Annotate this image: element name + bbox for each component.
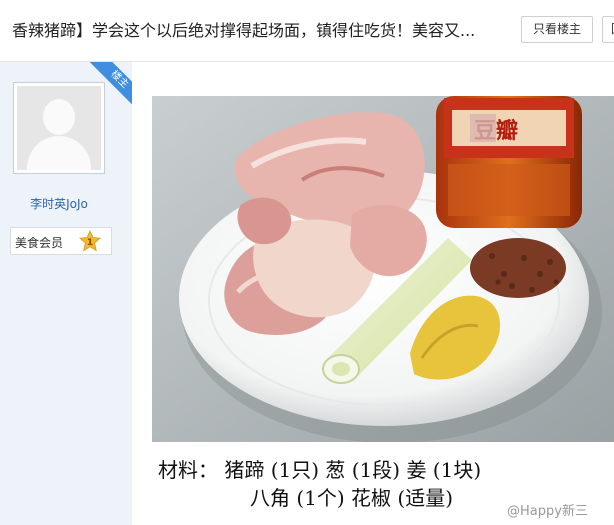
op-badge-label: 楼主	[88, 62, 132, 108]
star-icon: 1	[79, 230, 101, 252]
post-image: 豆瓣	[152, 96, 614, 442]
ingredients-line-2: 八角 (1个) 花椒 (适量)	[250, 486, 454, 510]
member-level: 美食会员 1	[10, 227, 112, 255]
member-level-number: 1	[87, 238, 93, 248]
op-badge: 楼主	[86, 62, 132, 108]
dish-photo: 豆瓣	[152, 96, 614, 442]
member-label: 美食会员	[15, 236, 64, 250]
reply-button[interactable]: 回	[602, 16, 614, 43]
only-op-button[interactable]: 只看楼主	[521, 16, 593, 43]
author-sidebar: 楼主 李时英JoJo 美食会员 1	[0, 62, 132, 525]
ingredients-line-1: 材料： 猪蹄 (1只) 葱 (1段) 姜 (1块)	[158, 458, 482, 482]
thread-header: 香辣猪蹄】学会这个以后绝对撑得起场面，镇得住吃货！美容又... 只看楼主 回	[0, 0, 614, 62]
image-watermark: @Happy新三	[507, 504, 588, 519]
author-name[interactable]: 李时英JoJo	[0, 195, 118, 212]
thread-title: 香辣猪蹄】学会这个以后绝对撑得起场面，镇得住吃货！美容又...	[12, 21, 476, 40]
post-caption: 材料： 猪蹄 (1只) 葱 (1段) 姜 (1块) 八角 (1个) 花椒 (适量…	[152, 442, 614, 525]
